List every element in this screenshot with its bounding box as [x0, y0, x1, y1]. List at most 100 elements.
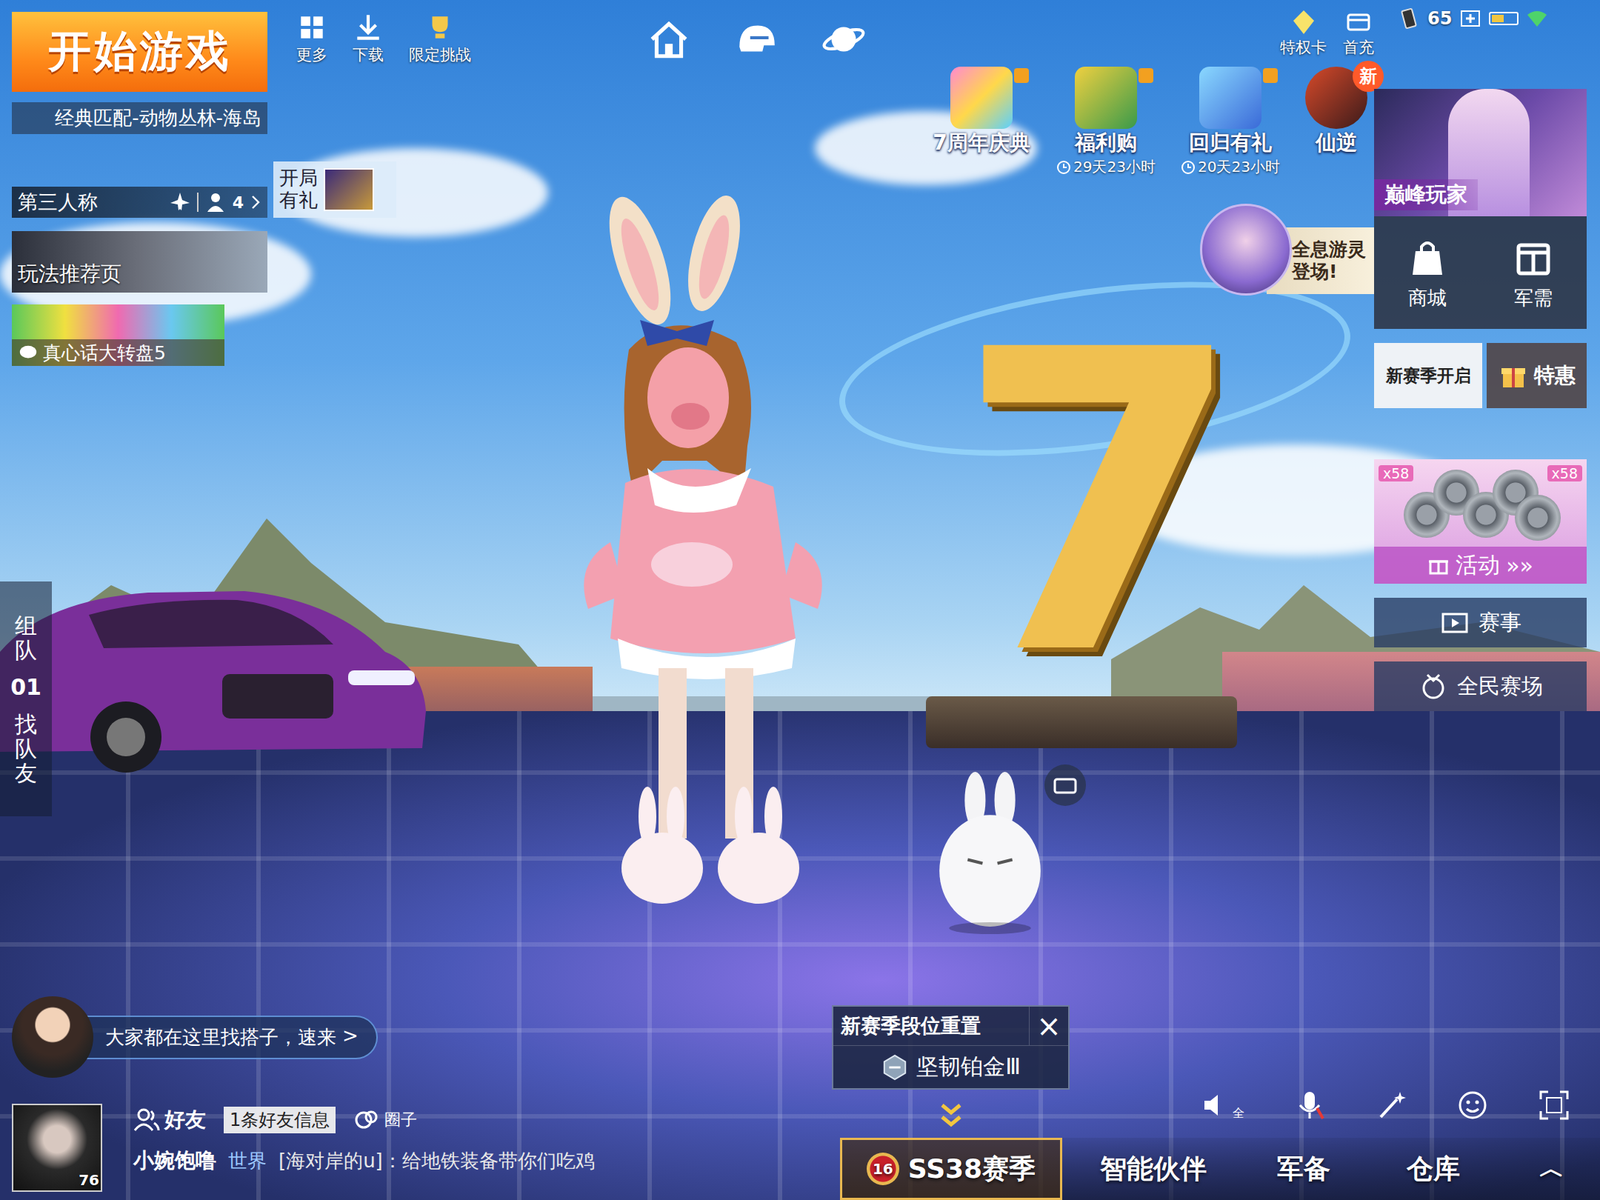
match-button[interactable]: 全民赛场 [1374, 661, 1587, 712]
start-panel: 开始游戏经典匹配-动物丛林-海岛 [11, 11, 268, 135]
screen-icon [1440, 608, 1470, 638]
home-icon[interactable] [645, 16, 692, 63]
gift-icon [1262, 68, 1278, 83]
chat-line[interactable]: 小婉饱噜世界[海对岸的u]：给地铁装备带你们吃鸡 [133, 1146, 595, 1175]
featured-card[interactable]: 巅峰玩家 [1374, 88, 1587, 217]
grid-icon [296, 11, 328, 43]
gift-icon [1498, 360, 1529, 391]
rank-emblem-icon [880, 1053, 909, 1082]
event-label: 7周年庆典 [932, 128, 1030, 158]
team-side-tab: 组队 01 找队友 [0, 581, 52, 817]
squad-icon [204, 191, 227, 214]
activity-card[interactable]: x58x58活动»» [1374, 459, 1587, 584]
coin-pile [1403, 469, 1560, 544]
opening-gift[interactable]: 开局有礼 [273, 161, 397, 218]
event-timer: 20天23小时 [1180, 157, 1280, 178]
friend-message-tooltip[interactable]: 1条好友信息 [223, 1106, 336, 1134]
wheel-banner[interactable]: 真心话大转盘5 [11, 304, 225, 366]
event-art [950, 66, 1013, 129]
anniversary-seven: 7 [955, 296, 1245, 712]
social-tabs: 好友 1条好友信息圈子 [133, 1103, 595, 1137]
emote-bubble-icon[interactable] [1042, 762, 1088, 808]
count-badge: x58 [1378, 465, 1414, 482]
gift-thumbnail [323, 168, 375, 212]
bottom-nav-item[interactable]: 智能伙伴 [1062, 1137, 1245, 1200]
privilege-card[interactable]: 特权卡 [1280, 7, 1327, 58]
speaker-icon [1200, 1088, 1233, 1122]
bottom-nav-item[interactable]: 仓库 [1362, 1137, 1504, 1200]
gift-icon [1138, 68, 1154, 83]
promo-avatar [1200, 203, 1292, 296]
circle-tab[interactable]: 圈子 [353, 1106, 418, 1134]
bunny-pet [934, 770, 1046, 935]
season-badge: 16 [866, 1152, 900, 1186]
phone-icon [1397, 7, 1420, 30]
left-column: 第三人称4开局有礼玩法推荐页真心话大转盘5 [11, 161, 412, 366]
microphone-icon[interactable] [1293, 1088, 1326, 1122]
lobby-nav [645, 16, 867, 63]
friends-tab[interactable]: 好友 [133, 1105, 206, 1135]
squad-size: 4 [232, 193, 244, 212]
fullscreen-icon[interactable] [1537, 1088, 1571, 1122]
planet-icon[interactable] [820, 16, 867, 63]
close-button[interactable]: × [1028, 1006, 1069, 1046]
season-open-button[interactable]: 新赛季开启 [1374, 342, 1483, 409]
event-row: 7周年庆典福利购29天23小时回归有礼20天23小时新仙逆 [925, 66, 1374, 178]
emote-face-icon[interactable] [1456, 1088, 1489, 1122]
speaker-toggle[interactable]: 全 [1200, 1088, 1245, 1122]
team-count: 01 [10, 674, 42, 700]
mode-row: 第三人称4开局有礼 [11, 161, 412, 218]
popup-header: 新赛季段位重置× [833, 1006, 1069, 1046]
tip-bubble: 大家都在这里找搭子，速来> [63, 1015, 378, 1060]
shop-row: 商城军需 [1374, 216, 1587, 329]
event-entry[interactable]: 回归有礼20天23小时 [1174, 66, 1286, 178]
recommend-banner[interactable]: 玩法推荐页 [11, 231, 268, 293]
bottom-nav-item[interactable]: 军备 [1244, 1137, 1363, 1200]
event-entry[interactable]: 7周年庆典 [925, 66, 1038, 158]
battery-icon [1488, 11, 1519, 26]
chat-message: [海对岸的u]：给地铁装备带你们吃鸡 [278, 1148, 595, 1175]
expand-button[interactable]: ︿ [1503, 1137, 1600, 1200]
character-avatar [556, 194, 858, 935]
match-button[interactable]: 赛事 [1374, 597, 1587, 648]
match-mode[interactable]: 经典匹配-动物丛林-海岛 [11, 102, 268, 135]
right-panel: 巅峰玩家商城军需新赛季开启特惠x58x58活动»»赛事全民赛场 [1374, 88, 1587, 712]
magic-wand-icon[interactable] [1374, 1088, 1408, 1122]
featured-label: 巅峰玩家 [1374, 179, 1478, 211]
profile-avatar[interactable]: 76 [11, 1103, 103, 1192]
helmet-icon[interactable] [733, 16, 780, 63]
chat-tip[interactable]: 大家都在这里找搭子，速来> [11, 996, 378, 1078]
perspective-selector[interactable]: 第三人称4 [11, 186, 268, 218]
circle-icon [353, 1106, 380, 1134]
start-game-button[interactable]: 开始游戏 [11, 11, 268, 92]
plane-icon [168, 191, 192, 214]
event-timer: 29天23小时 [1056, 157, 1156, 178]
clock-icon [1180, 160, 1196, 175]
chevron-down-icon[interactable] [937, 1100, 965, 1131]
car-icon [0, 585, 430, 778]
deal-button[interactable]: 特惠 [1486, 342, 1587, 409]
plus-box-icon [1459, 7, 1482, 30]
supply-button[interactable]: 军需 [1480, 216, 1588, 329]
signal-value: 65 [1427, 8, 1452, 29]
guide-avatar [11, 996, 94, 1078]
shop-button[interactable]: 商城 [1374, 216, 1481, 329]
social-bar: 好友 1条好友信息圈子小婉饱噜世界[海对岸的u]：给地铁装备带你们吃鸡 [133, 1103, 595, 1175]
team-tab[interactable]: 组队 [14, 613, 38, 663]
top-tool[interactable]: 下载 [352, 11, 384, 66]
holo-promo[interactable]: 全息游灵登场! [1200, 196, 1375, 308]
player-level: 76 [78, 1171, 100, 1189]
event-entry[interactable]: 新仙逆 [1299, 66, 1374, 158]
game-lobby: 7开始游戏经典匹配-动物丛林-海岛更多下载限定挑战特权卡首充657周年庆典福利购… [0, 0, 1600, 1200]
first-charge[interactable]: 首充 [1342, 7, 1375, 58]
activity-band: 活动»» [1374, 546, 1587, 584]
medal-icon [1418, 671, 1449, 702]
bottom-nav-item[interactable]: 16SS38赛季 [840, 1137, 1063, 1200]
event-entry[interactable]: 福利购29天23小时 [1050, 66, 1162, 178]
wifi-icon [1525, 7, 1549, 30]
top-tool[interactable]: 限定挑战 [408, 11, 472, 66]
device-status: 65 [1397, 7, 1549, 30]
top-tool[interactable]: 更多 [296, 11, 328, 66]
find-teammate-tab[interactable]: 找队友 [14, 711, 38, 786]
event-art [1199, 66, 1262, 129]
